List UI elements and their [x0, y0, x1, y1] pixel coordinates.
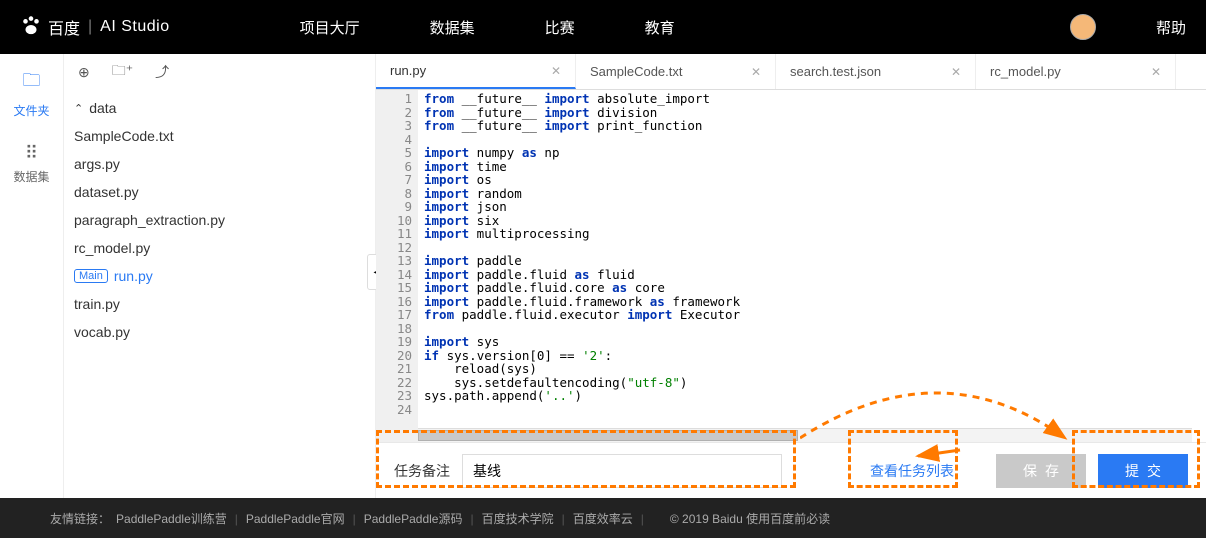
chevron-icon: ⌃ [74, 102, 83, 115]
line-gutter: 123456789101112131415161718192021222324 [376, 90, 418, 442]
code-editor[interactable]: 123456789101112131415161718192021222324 … [376, 90, 1206, 442]
folder-icon: 🗀 [0, 68, 63, 98]
brand-sub: AI Studio [100, 18, 169, 36]
nav-item-competitions[interactable]: 比赛 [545, 17, 575, 38]
file-label: vocab.py [74, 324, 130, 340]
file-label: dataset.py [74, 184, 139, 200]
footer-link[interactable]: PaddlePaddle训练营 [116, 512, 227, 526]
view-task-list-link[interactable]: 查看任务列表 [870, 461, 954, 481]
file-label: args.py [74, 156, 120, 172]
header-right: 帮助 [1070, 14, 1186, 40]
task-note-input[interactable] [462, 454, 782, 488]
task-note-label: 任务备注 [394, 461, 450, 481]
tree-file-rc_model-py[interactable]: rc_model.py [64, 234, 375, 262]
file-label: paragraph_extraction.py [74, 212, 225, 228]
footer-copyright: © 2019 Baidu 使用百度前必读 [670, 510, 830, 527]
grid-icon: ⠿ [0, 143, 63, 164]
tab-label: run.py [390, 63, 426, 78]
submit-button[interactable]: 提交 [1098, 454, 1188, 488]
editor-pane: ◂ run.py✕SampleCode.txt✕search.test.json… [376, 54, 1206, 498]
nav-item-education[interactable]: 教育 [645, 17, 675, 38]
file-tree: ⊕ 🗀⁺ ⤴ ⌃ data SampleCode.txt args.py datas… [64, 54, 376, 498]
tab-bar: run.py✕SampleCode.txt✕search.test.json✕r… [376, 54, 1206, 90]
rail-datasets[interactable]: ⠿ 数据集 [0, 129, 63, 195]
footer-link[interactable]: 百度效率云 [573, 512, 633, 526]
tab-label: SampleCode.txt [590, 64, 683, 79]
folder-label: data [89, 100, 116, 116]
top-nav: 项目大厅 数据集 比赛 教育 [300, 17, 675, 38]
main-badge: Main [74, 269, 108, 283]
rail-datasets-label: 数据集 [13, 170, 49, 184]
tab-search-test-json[interactable]: search.test.json ✕ [776, 54, 976, 89]
tree-file-vocab-py[interactable]: vocab.py [64, 318, 375, 346]
close-icon[interactable]: ✕ [751, 65, 761, 79]
footer-link[interactable]: PaddlePaddle官网 [246, 512, 345, 526]
editor-scrollbar[interactable] [418, 428, 1192, 442]
nav-item-projects[interactable]: 项目大厅 [300, 17, 360, 38]
header-bar: 百度 | AI Studio 项目大厅 数据集 比赛 教育 帮助 [0, 0, 1206, 54]
close-icon[interactable]: ✕ [951, 65, 961, 79]
tree-file-SampleCode-txt[interactable]: SampleCode.txt [64, 122, 375, 150]
footer: 友情链接： PaddlePaddle训练营|PaddlePaddle官网|Pad… [0, 498, 1206, 538]
file-label: rc_model.py [74, 240, 150, 256]
save-button[interactable]: 保存 [996, 454, 1086, 488]
upload-icon[interactable]: ⤴ [155, 62, 169, 82]
avatar[interactable] [1070, 14, 1096, 40]
brand-divider: | [88, 18, 92, 36]
tree-folder-data[interactable]: ⌃ data [64, 94, 375, 122]
left-rail: 🗀 文件夹 ⠿ 数据集 [0, 54, 64, 498]
rail-files-label: 文件夹 [13, 104, 49, 118]
logo[interactable]: 百度 | AI Studio [20, 14, 170, 41]
footer-link[interactable]: PaddlePaddle源码 [364, 512, 463, 526]
close-icon[interactable]: ✕ [1151, 65, 1161, 79]
tab-SampleCode-txt[interactable]: SampleCode.txt ✕ [576, 54, 776, 89]
code-area[interactable]: from __future__ import absolute_importfr… [418, 90, 1206, 418]
help-link[interactable]: 帮助 [1156, 17, 1186, 38]
footer-link[interactable]: 百度技术学院 [482, 512, 554, 526]
tree-file-paragraph_extraction-py[interactable]: paragraph_extraction.py [64, 206, 375, 234]
tab-label: rc_model.py [990, 64, 1061, 79]
new-folder-icon[interactable]: 🗀⁺ [112, 60, 133, 84]
tree-file-run-py[interactable]: Main run.py [64, 262, 375, 290]
tab-label: search.test.json [790, 64, 881, 79]
baidu-paw-icon [20, 14, 42, 41]
tree-file-train-py[interactable]: train.py [64, 290, 375, 318]
file-label: run.py [114, 268, 153, 284]
tree-file-dataset-py[interactable]: dataset.py [64, 178, 375, 206]
rail-files[interactable]: 🗀 文件夹 [0, 54, 63, 129]
new-file-icon[interactable]: ⊕ [78, 64, 90, 81]
nav-item-datasets[interactable]: 数据集 [430, 17, 475, 38]
submit-bar: 任务备注 查看任务列表 保存 提交 [376, 442, 1206, 498]
file-label: train.py [74, 296, 120, 312]
file-label: SampleCode.txt [74, 128, 174, 144]
tree-file-args-py[interactable]: args.py [64, 150, 375, 178]
footer-prefix: 友情链接： [50, 510, 110, 527]
tab-run-py[interactable]: run.py ✕ [376, 54, 576, 89]
tab-rc_model-py[interactable]: rc_model.py ✕ [976, 54, 1176, 89]
brand-text: 百度 [48, 15, 80, 39]
tree-list: ⌃ data SampleCode.txt args.py dataset.py pa… [64, 90, 375, 350]
scroll-thumb[interactable] [418, 430, 798, 441]
close-icon[interactable]: ✕ [551, 64, 561, 78]
tree-toolbar: ⊕ 🗀⁺ ⤴ [64, 54, 375, 90]
main: 🗀 文件夹 ⠿ 数据集 ⊕ 🗀⁺ ⤴ ⌃ data SampleCode.txt… [0, 54, 1206, 498]
